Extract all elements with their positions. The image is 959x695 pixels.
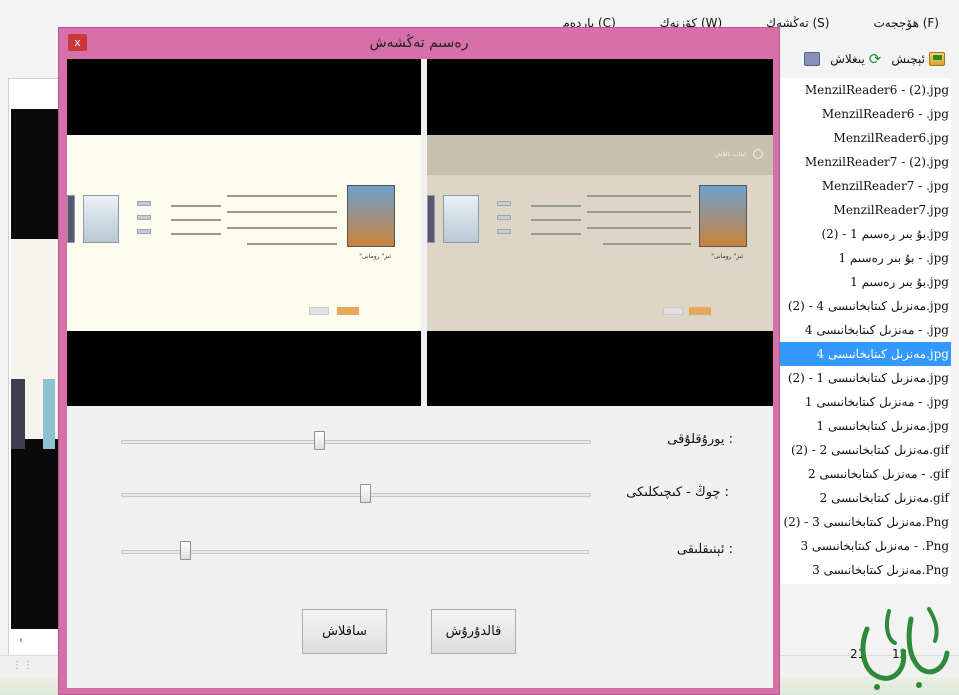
- resize-grip-icon[interactable]: ⋮⋮: [12, 660, 34, 671]
- file-list-item[interactable]: بۇ بىر رەسىم 1.jpg: [780, 270, 951, 294]
- preview-header: كىتاب تاللاش: [427, 135, 773, 175]
- close-button[interactable]: x: [68, 34, 87, 51]
- size-row: چوڭ - كىچىكلىكى :: [67, 480, 773, 510]
- file-list-item[interactable]: مەنزىل كىتابخانىسى 4 - (2).jpg: [780, 294, 951, 318]
- dialog-title: رەسىم تەڭشەش: [369, 35, 469, 51]
- preview-text: [603, 243, 691, 245]
- preview-list-item: [137, 215, 151, 220]
- printer-icon: [804, 52, 821, 66]
- scroll-left-arrow-icon[interactable]: ‹: [19, 635, 23, 646]
- clarity-slider-track[interactable]: [121, 550, 589, 554]
- print-button[interactable]: [804, 52, 821, 66]
- size-slider-thumb[interactable]: [359, 484, 371, 503]
- preview-thumb: [443, 195, 479, 243]
- brightness-slider-track[interactable]: [121, 440, 591, 444]
- brightness-slider-thumb[interactable]: [313, 431, 325, 450]
- preview-list-item: [497, 215, 511, 220]
- clarity-row: ئېنىقلىقى :: [67, 537, 773, 567]
- file-list: MenzilReader6 - (2).jpg MenzilReader6 - .…: [780, 78, 951, 584]
- brightness-label: يورۇقلۇقى :: [667, 432, 733, 447]
- preview-orange-button: [689, 307, 711, 315]
- preview-page-original: "ئىز" رومانى: [67, 135, 421, 331]
- brightness-row: يورۇقلۇقى :: [67, 427, 773, 457]
- file-list-item[interactable]: مەنزىل كىتابخانىسى 2 - .gif: [780, 462, 951, 486]
- file-list-item[interactable]: MenzilReader6 - .jpg: [780, 102, 951, 126]
- preview-list-item: [497, 229, 511, 234]
- preview-text: [531, 233, 581, 235]
- thumbnail-tile: [11, 379, 25, 449]
- preview-text: [587, 211, 691, 213]
- preview-list-item: [137, 201, 151, 206]
- file-list-item[interactable]: MenzilReader6.jpg: [780, 126, 951, 150]
- size-slider-track[interactable]: [121, 493, 591, 497]
- file-list-item[interactable]: مەنزىل كىتابخانىسى 3 - (2).Png: [780, 510, 951, 534]
- original-preview: "ئىز" رومانى: [67, 59, 421, 406]
- preview-text: [171, 205, 221, 207]
- file-list-item[interactable]: مەنزىل كىتابخانىسى 1 - (2).jpg: [780, 366, 951, 390]
- open-button[interactable]: ئېچىش: [891, 52, 945, 66]
- file-list-item[interactable]: مەنزىل كىتابخانىسى 3.Png: [780, 558, 951, 582]
- preview-text: [227, 211, 337, 213]
- ok-button[interactable]: قالدۇرۇش: [431, 609, 516, 654]
- left-thumbnail-pane: ‹: [8, 78, 60, 658]
- preview-grey-button: [663, 307, 683, 315]
- open-button-label: ئېچىش: [891, 52, 925, 66]
- preview-book-title: "ئىز" رومانى: [711, 253, 743, 260]
- clarity-label: ئېنىقلىقى :: [676, 542, 733, 557]
- folder-open-icon: [929, 52, 945, 66]
- preview-text: [171, 219, 221, 221]
- image-settings-dialog: رەسىم تەڭشەش x "ئىز" رومانى كىتاب تاللاش…: [58, 27, 780, 695]
- preview-book-cover: [699, 185, 747, 247]
- preview-header-icon: [753, 149, 763, 159]
- file-list-item[interactable]: MenzilReader7 - (2).jpg: [780, 150, 951, 174]
- preview-thumb: [427, 195, 435, 243]
- file-list-item[interactable]: مەنزىل كىتابخانىسى 2.gif: [780, 486, 951, 510]
- file-list-item[interactable]: MenzilReader6 - (2).jpg: [780, 78, 951, 102]
- menu-file[interactable]: ھۆججەت (F): [873, 16, 939, 30]
- file-list-item[interactable]: مەنزىل كىتابخانىسى 3 - .Png: [780, 534, 951, 558]
- cancel-button[interactable]: ساقلاش: [302, 609, 387, 654]
- file-list-item[interactable]: مەنزىل كىتابخانىسى 4.jpg: [780, 342, 951, 366]
- preview-text: [227, 227, 337, 229]
- switch-button-label: يىغلاش: [830, 52, 865, 66]
- file-list-item[interactable]: بۇ بىر رەسىم 1 - .jpg: [780, 246, 951, 270]
- preview-list-item: [137, 229, 151, 234]
- preview-orange-button: [337, 307, 359, 315]
- preview-book-cover: [347, 185, 395, 247]
- clarity-slider-thumb[interactable]: [180, 541, 192, 560]
- file-list-item[interactable]: بۇ بىر رەسىم 1 - (2).jpg: [780, 222, 951, 246]
- toolbar: ئېچىش ⟳ يىغلاش: [780, 46, 959, 72]
- file-list-item[interactable]: مەنزىل كىتابخانىسى 4 - .jpg: [780, 318, 951, 342]
- preview-header-text: كىتاب تاللاش: [714, 151, 747, 158]
- preview-text: [227, 195, 337, 197]
- preview-thumb: [83, 195, 119, 243]
- preview-text: [587, 195, 691, 197]
- adjusted-preview: كىتاب تاللاش "ئىز" رومانى: [427, 59, 773, 406]
- preview-list-item: [497, 201, 511, 206]
- refresh-icon: ⟳: [868, 50, 882, 68]
- preview-text: [171, 233, 221, 235]
- watermark-logo: [860, 607, 950, 690]
- preview-book-title: "ئىز" رومانى: [359, 253, 391, 260]
- file-list-item[interactable]: مەنزىل كىتابخانىسى 1.jpg: [780, 414, 951, 438]
- preview-text: [531, 205, 581, 207]
- preview-text: [247, 243, 337, 245]
- switch-button[interactable]: ⟳ يىغلاش: [830, 50, 882, 68]
- preview-thumb: [67, 195, 75, 243]
- preview-page-adjusted: كىتاب تاللاش "ئىز" رومانى: [427, 135, 773, 331]
- file-list-item[interactable]: مەنزىل كىتابخانىسى 1 - .jpg: [780, 390, 951, 414]
- file-list-item[interactable]: MenzilReader7 - .jpg: [780, 174, 951, 198]
- preview-text: [531, 219, 581, 221]
- preview-text: [587, 227, 691, 229]
- file-list-item[interactable]: مەنزىل كىتابخانىسى 2 - (2).gif: [780, 438, 951, 462]
- file-list-item[interactable]: MenzilReader7.jpg: [780, 198, 951, 222]
- thumbnail-tile: [43, 379, 55, 449]
- preview-grey-button: [309, 307, 329, 315]
- dialog-body: "ئىز" رومانى كىتاب تاللاش "ئىز" رومانى ي…: [67, 59, 773, 688]
- size-label: چوڭ - كىچىكلىكى :: [626, 485, 729, 500]
